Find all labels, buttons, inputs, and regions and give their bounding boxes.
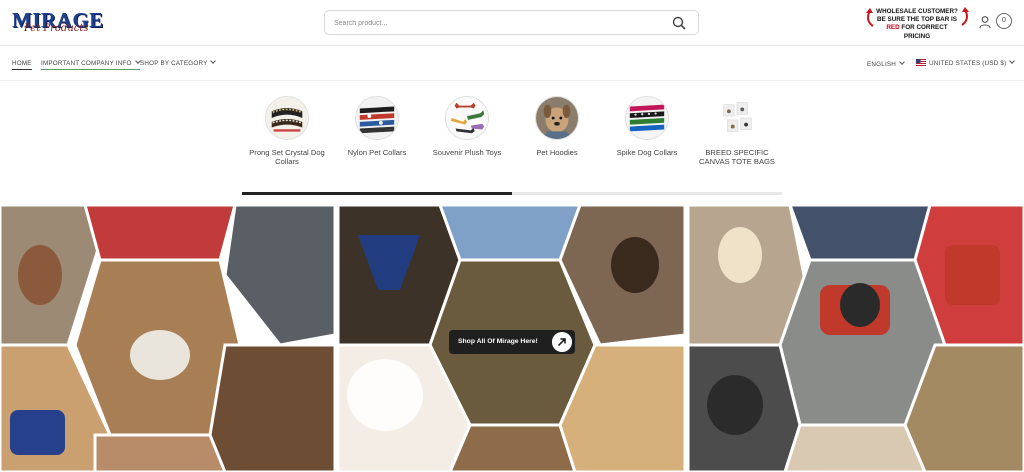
category-image	[715, 96, 759, 140]
category-image	[535, 96, 579, 140]
category-label: Souvenir Plush Toys	[432, 148, 502, 157]
chevron-down-icon	[210, 58, 217, 64]
shop-all-button[interactable]: Shop All Of Mirage Here!	[449, 330, 575, 354]
category-label: Spike Dog Collars	[616, 148, 678, 157]
category-carousel: Prong Set Crystal Dog Collars Nylon Pet …	[0, 90, 1024, 190]
category-breed-specific-canvas-tote-bags[interactable]: BREED SPECIFIC CANVAS TOTE BAGS	[692, 96, 782, 166]
category-pet-hoodies[interactable]: Pet Hoodies	[512, 96, 602, 157]
category-souvenir-plush-toys[interactable]: Souvenir Plush Toys	[422, 96, 512, 157]
main-navigation: HOME IMPORTANT COMPANY INFO SHOP BY CATE…	[0, 47, 1024, 81]
currency-selector[interactable]: UNITED STATES (USD $)	[916, 58, 1016, 67]
mirage-logo[interactable]: MIRAGE Pet Products	[12, 8, 110, 38]
category-label: Prong Set Crystal Dog Collars	[249, 148, 325, 166]
category-prong-set-crystal-dog-collars[interactable]: Prong Set Crystal Dog Collars	[242, 96, 332, 166]
chevron-down-icon	[899, 59, 905, 65]
pet-photo-collage[interactable]: Shop All Of Mirage Here!	[0, 205, 1024, 472]
arrow-up-right-icon	[552, 332, 572, 352]
category-image	[265, 96, 309, 140]
search-icon[interactable]	[672, 16, 686, 30]
category-spike-dog-collars[interactable]: Spike Dog Collars	[602, 96, 692, 157]
nav-shop-by-category[interactable]: SHOP BY CATEGORY	[140, 58, 217, 67]
carousel-scrollbar[interactable]	[242, 192, 782, 195]
category-nylon-pet-collars[interactable]: Nylon Pet Collars	[332, 96, 422, 157]
us-flag-icon	[916, 59, 926, 66]
category-label: Nylon Pet Collars	[347, 148, 407, 157]
cart-icon[interactable]: 0	[996, 13, 1012, 29]
category-image	[355, 96, 399, 140]
category-image	[445, 96, 489, 140]
category-label: BREED SPECIFIC CANVAS TOTE BAGS	[699, 148, 775, 166]
scrollbar-thumb[interactable]	[242, 192, 512, 195]
cart-count: 0	[1002, 17, 1006, 24]
nav-home[interactable]: HOME	[12, 60, 32, 70]
user-account-icon[interactable]	[978, 15, 992, 29]
curved-arrow-icon	[866, 8, 874, 27]
chevron-down-icon	[1009, 58, 1016, 65]
nav-company-info[interactable]: IMPORTANT COMPANY INFO	[41, 58, 141, 70]
wholesale-text: WHOLESALE CUSTOMER? BE SURE THE TOP BAR …	[876, 8, 958, 40]
category-image	[625, 96, 669, 140]
curved-arrow-icon	[961, 7, 969, 26]
search-input[interactable]	[334, 15, 664, 31]
wholesale-notice: WHOLESALE CUSTOMER? BE SURE THE TOP BAR …	[862, 6, 972, 40]
search-bar	[324, 10, 699, 35]
logo-tagline: Pet Products	[24, 23, 89, 34]
category-label: Pet Hoodies	[536, 148, 578, 157]
site-header: MIRAGE Pet Products WHOLESALE CUSTOMER? …	[0, 0, 1024, 46]
language-selector[interactable]: ENGLISH	[867, 59, 905, 68]
